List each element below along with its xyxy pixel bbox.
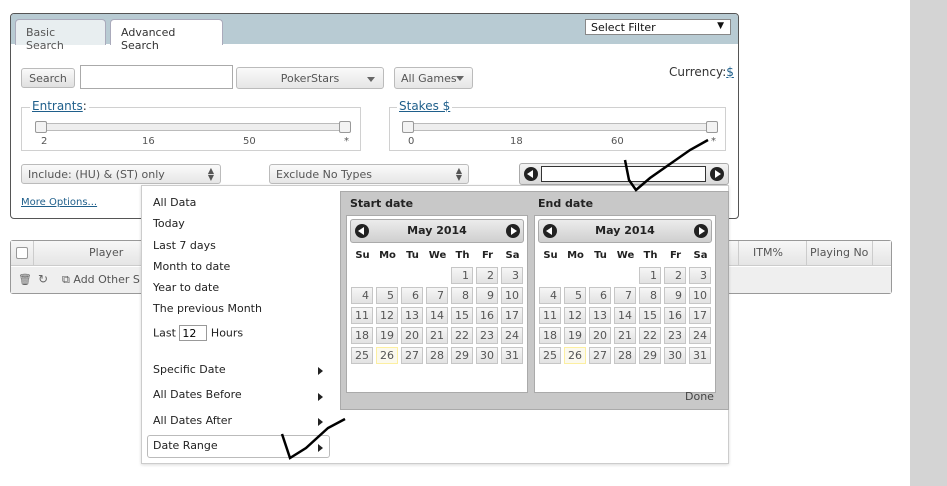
- annotation-overlay: [280, 138, 709, 460]
- check-mark-annotation: [623, 138, 709, 192]
- check-mark-annotation: [280, 417, 346, 460]
